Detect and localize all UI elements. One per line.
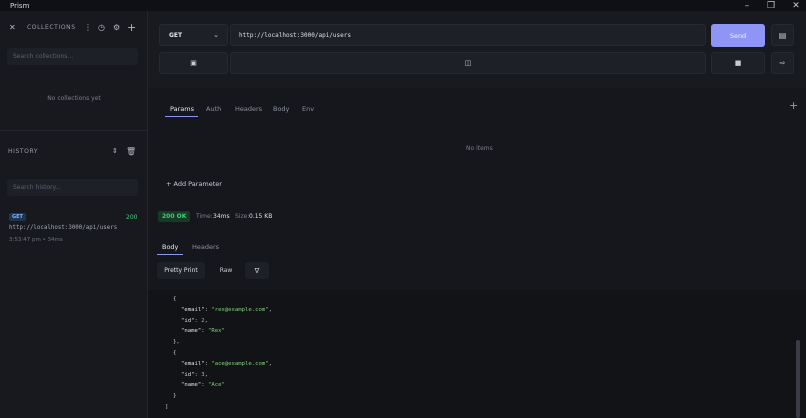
size-label: Size: (235, 213, 250, 220)
json-token: "rex@example.com" (211, 306, 269, 313)
chevron-down-icon: ⌄ (213, 31, 219, 39)
history-label: HISTORY (8, 147, 39, 155)
sidebar: ✕ COLLECTIONS ⋮ ◷ ⚙ + Search collections… (0, 11, 148, 418)
sort-icon[interactable]: ⇕ (112, 147, 118, 155)
json-line: "name": "Ace" (181, 382, 225, 388)
history-search-input[interactable]: Search history... (7, 179, 138, 196)
restore-icon[interactable]: ❒ (761, 0, 781, 11)
code-icon[interactable]: ▣ (159, 52, 228, 74)
trash-icon[interactable]: 🗑 (126, 147, 136, 156)
json-token: ] (165, 404, 169, 410)
send-button[interactable]: Send (711, 24, 765, 47)
response-tab-body[interactable]: Body (162, 243, 178, 251)
stop-icon[interactable]: ■ (711, 52, 765, 74)
json-token: "email" (181, 360, 205, 367)
json-token: "email" (181, 306, 205, 313)
history-header: HISTORY ⇕ 🗑 (0, 143, 148, 159)
history-meta: 3:53:47 pm • 34ms (9, 237, 63, 243)
json-token: , (204, 371, 208, 378)
add-tab-icon[interactable]: + (789, 99, 798, 112)
method-value: GET (169, 31, 183, 39)
json-line: } (173, 393, 176, 399)
response-body: {"email": "rex@example.com", "id": 2, "nam… (148, 290, 806, 418)
method-select[interactable]: GET ⌄ (159, 24, 228, 46)
size-value: 0.15 KB (249, 213, 273, 220)
json-token: , (268, 360, 272, 367)
json-token: "Rex" (207, 328, 225, 335)
method-badge: GET (9, 213, 26, 221)
json-token: "Ace" (207, 382, 225, 389)
wrap-icon[interactable]: ∇ (245, 262, 269, 279)
divider (0, 130, 148, 131)
tab-body[interactable]: Body (273, 105, 289, 113)
collections-label: COLLECTIONS (27, 23, 76, 31)
export-icon[interactable]: ⇨ (771, 52, 794, 74)
tab-env[interactable]: Env (302, 105, 314, 113)
params-empty-text: No items (466, 145, 493, 152)
history-item[interactable]: GET 200 http://localhost:3000/api/users … (0, 211, 148, 247)
json-line: { (173, 296, 176, 302)
collections-search-input[interactable]: Search collections... (7, 48, 138, 65)
json-token: "name" (181, 382, 202, 389)
json-line: "id": 2, (181, 318, 208, 324)
minimize-icon[interactable]: – (737, 0, 757, 11)
gear-icon[interactable]: ⚙ (113, 23, 120, 32)
status-code: 200 (126, 214, 138, 221)
history-url: http://localhost:3000/api/users (9, 225, 118, 231)
close-icon[interactable]: ✕ (9, 23, 16, 32)
url-input[interactable]: http://localhost:3000/api/users (230, 24, 706, 46)
tab-auth[interactable]: Auth (206, 105, 221, 113)
json-line: "email": "ace@example.com", (181, 361, 272, 367)
raw-button[interactable]: Raw (211, 262, 241, 279)
json-token: "name" (181, 328, 202, 335)
response-tab-indicator (157, 254, 183, 255)
collections-header: ✕ COLLECTIONS ⋮ ◷ ⚙ + (0, 19, 148, 35)
json-token: "id" (181, 371, 195, 378)
json-token: : (201, 382, 208, 389)
json-token: , (204, 317, 208, 324)
json-token: { (173, 350, 177, 356)
tab-headers[interactable]: Headers (235, 105, 262, 113)
url-value: http://localhost:3000/api/users (239, 31, 351, 39)
image-icon[interactable]: ◫ (230, 52, 706, 74)
json-line: ] (165, 404, 168, 410)
json-token: "id" (181, 317, 195, 324)
json-line: }, (173, 339, 180, 345)
pretty-print-button[interactable]: Pretty Print (157, 262, 205, 279)
json-token: } (173, 393, 177, 400)
collections-empty-text: No collections yet (47, 95, 101, 102)
json-line: "email": "rex@example.com", (181, 307, 272, 313)
more-vertical-icon[interactable]: ⋮ (84, 23, 92, 32)
json-line: "name": "Rex" (181, 328, 225, 334)
json-token: }, (173, 339, 180, 346)
response-tab-headers[interactable]: Headers (192, 243, 219, 251)
json-line: "id": 3, (181, 372, 208, 378)
save-icon[interactable]: ▤ (771, 24, 794, 46)
title-bar: Prism – ❒ ✕ (0, 0, 806, 11)
json-token: : (201, 328, 208, 335)
app-title: Prism (10, 1, 30, 10)
json-token: "ace@example.com" (211, 360, 269, 367)
plus-icon[interactable]: + (127, 21, 136, 34)
json-line: { (173, 350, 176, 356)
active-tab-indicator (165, 116, 198, 117)
close-window-icon[interactable]: ✕ (786, 0, 806, 11)
time-label: Time: (196, 213, 213, 220)
clock-icon[interactable]: ◷ (98, 23, 105, 32)
json-token: { (173, 296, 177, 302)
json-token: , (268, 306, 272, 313)
add-parameter-button[interactable]: + Add Parameter (166, 180, 222, 188)
status-badge: 200 OK (158, 211, 191, 222)
tab-params[interactable]: Params (170, 105, 194, 113)
request-bar: GET ⌄ http://localhost:3000/api/users Se… (148, 11, 806, 88)
scrollbar[interactable] (796, 340, 800, 418)
time-value: 34ms (213, 213, 230, 220)
